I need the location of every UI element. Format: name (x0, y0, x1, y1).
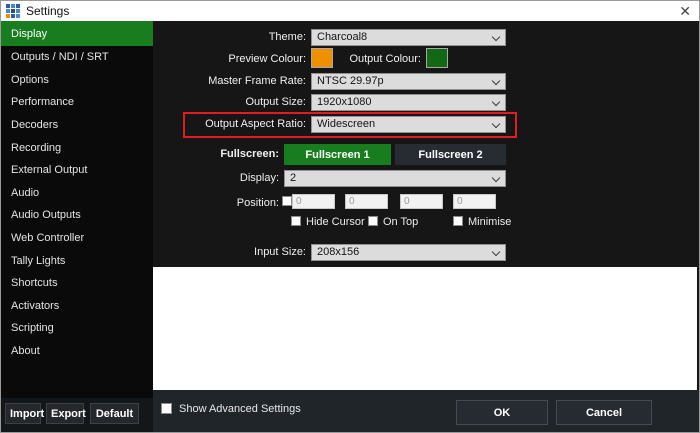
sidebar-footer-button[interactable]: Default (90, 403, 139, 424)
input-size-label: Input Size: (254, 246, 306, 258)
sidebar-item[interactable]: Web Controller (1, 227, 153, 250)
sidebar-footer-button[interactable]: Import (5, 403, 41, 424)
position-input[interactable] (453, 194, 496, 209)
chevron-down-icon (492, 77, 500, 85)
sidebar-footer: ImportExport Default (1, 398, 153, 433)
sidebar-item[interactable]: Tally Lights (1, 249, 153, 272)
chevron-down-icon (492, 33, 500, 41)
sidebar-item[interactable]: Audio Outputs (1, 204, 153, 227)
sidebar-item[interactable]: Outputs / NDI / SRT (1, 46, 153, 69)
display-label: Display: (240, 172, 279, 184)
output-colour-label: Output Colour: (349, 53, 421, 65)
master-frame-rate-label: Master Frame Rate: (208, 75, 306, 87)
checkbox-icon[interactable] (161, 403, 172, 414)
sidebar-footer-button[interactable]: Export (46, 403, 84, 424)
position-input[interactable] (345, 194, 388, 209)
position-input[interactable] (292, 194, 335, 209)
sidebar-item[interactable]: Options (1, 69, 153, 92)
master-frame-rate-dropdown[interactable]: NTSC 29.97p (311, 73, 506, 90)
checkbox-icon[interactable] (291, 216, 301, 226)
vmix-logo-icon (6, 4, 20, 18)
sidebar-item[interactable]: Decoders (1, 114, 153, 137)
footer-bar: Show Advanced Settings OK Cancel (153, 390, 700, 433)
chevron-down-icon (492, 120, 500, 128)
checkbox-icon[interactable] (453, 216, 463, 226)
position-input[interactable] (400, 194, 443, 209)
option-checkbox-group[interactable]: Minimise (453, 216, 511, 228)
sidebar-item[interactable]: External Output (1, 159, 153, 182)
output-aspect-ratio-dropdown[interactable]: Widescreen (311, 116, 506, 133)
close-icon[interactable]: ✕ (679, 2, 691, 20)
sidebar: DisplayOutputs / NDI / SRTOptionsPerform… (1, 21, 153, 398)
show-advanced-settings[interactable]: Show Advanced Settings (161, 403, 301, 415)
input-size-dropdown[interactable]: 208x156 (311, 244, 506, 261)
option-checkbox-group[interactable]: Hide Cursor (291, 216, 365, 228)
chevron-down-icon (492, 98, 500, 106)
display-settings-panel: Theme: Charcoal8 Preview Colour: Output … (153, 21, 700, 267)
fullscreen-label: Fullscreen: (220, 148, 279, 160)
sidebar-item[interactable]: Scripting (1, 317, 153, 340)
position-label: Position: (237, 197, 279, 209)
fullscreen-1-button[interactable]: Fullscreen 1 (284, 144, 391, 165)
position-checkbox[interactable] (282, 196, 292, 206)
window-title: Settings (26, 4, 69, 18)
title-bar: Settings ✕ (1, 1, 700, 21)
sidebar-item[interactable]: About (1, 340, 153, 363)
cancel-button[interactable]: Cancel (556, 400, 652, 425)
theme-label: Theme: (269, 31, 306, 43)
output-size-dropdown[interactable]: 1920x1080 (311, 94, 506, 111)
output-colour-swatch[interactable] (426, 48, 448, 68)
preview-colour-label: Preview Colour: (228, 53, 306, 65)
checkbox-icon[interactable] (368, 216, 378, 226)
output-size-label: Output Size: (245, 96, 306, 108)
fullscreen-2-button[interactable]: Fullscreen 2 (395, 144, 506, 165)
output-aspect-ratio-label: Output Aspect Ratio: (205, 118, 306, 130)
sidebar-item[interactable]: Activators (1, 295, 153, 318)
theme-dropdown[interactable]: Charcoal8 (311, 29, 506, 46)
preview-colour-swatch[interactable] (311, 48, 333, 68)
ok-button[interactable]: OK (456, 400, 548, 425)
chevron-down-icon (492, 248, 500, 256)
display-dropdown[interactable]: 2 (284, 170, 506, 187)
sidebar-item[interactable]: Display (1, 21, 153, 46)
chevron-down-icon (492, 174, 500, 182)
option-checkbox-group[interactable]: On Top (368, 216, 418, 228)
settings-window: Settings ✕ DisplayOutputs / NDI / SRTOpt… (0, 0, 700, 433)
sidebar-item[interactable]: Shortcuts (1, 272, 153, 295)
sidebar-item[interactable]: Recording (1, 136, 153, 159)
sidebar-item[interactable]: Performance (1, 91, 153, 114)
sidebar-item[interactable]: Audio (1, 182, 153, 205)
empty-panel (153, 267, 697, 390)
